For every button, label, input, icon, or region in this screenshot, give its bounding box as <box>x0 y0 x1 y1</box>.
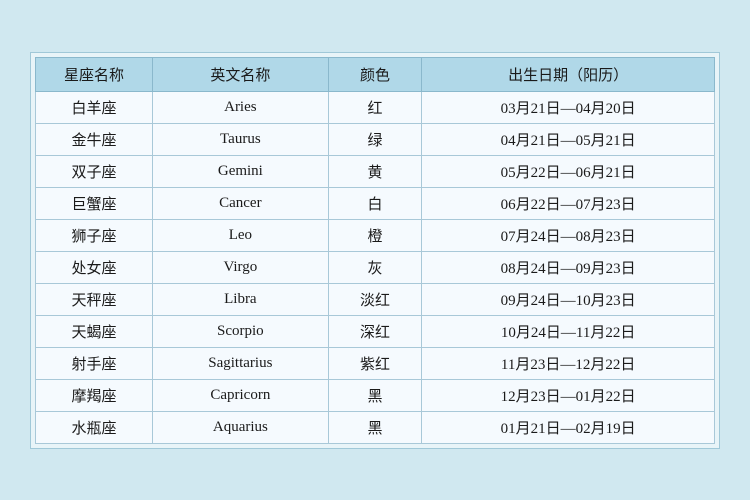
cell-en-name: Libra <box>153 283 329 315</box>
table-row: 天蝎座Scorpio深红10月24日—11月22日 <box>36 315 715 347</box>
cell-zh-name: 天蝎座 <box>36 315 153 347</box>
table-row: 金牛座Taurus绿04月21日—05月21日 <box>36 123 715 155</box>
cell-date: 03月21日—04月20日 <box>422 91 715 123</box>
cell-color: 黄 <box>328 155 422 187</box>
cell-date: 06月22日—07月23日 <box>422 187 715 219</box>
cell-date: 11月23日—12月22日 <box>422 347 715 379</box>
cell-en-name: Cancer <box>153 187 329 219</box>
cell-zh-name: 双子座 <box>36 155 153 187</box>
cell-zh-name: 射手座 <box>36 347 153 379</box>
zodiac-table: 星座名称 英文名称 颜色 出生日期（阳历） 白羊座Aries红03月21日—04… <box>35 57 715 444</box>
cell-en-name: Gemini <box>153 155 329 187</box>
header-en-name: 英文名称 <box>153 57 329 91</box>
cell-zh-name: 金牛座 <box>36 123 153 155</box>
cell-en-name: Virgo <box>153 251 329 283</box>
table-row: 摩羯座Capricorn黑12月23日—01月22日 <box>36 379 715 411</box>
cell-zh-name: 摩羯座 <box>36 379 153 411</box>
table-row: 狮子座Leo橙07月24日—08月23日 <box>36 219 715 251</box>
header-zh-name: 星座名称 <box>36 57 153 91</box>
cell-zh-name: 狮子座 <box>36 219 153 251</box>
cell-color: 绿 <box>328 123 422 155</box>
cell-date: 07月24日—08月23日 <box>422 219 715 251</box>
table-row: 白羊座Aries红03月21日—04月20日 <box>36 91 715 123</box>
cell-color: 紫红 <box>328 347 422 379</box>
table-row: 射手座Sagittarius紫红11月23日—12月22日 <box>36 347 715 379</box>
cell-zh-name: 白羊座 <box>36 91 153 123</box>
cell-color: 灰 <box>328 251 422 283</box>
cell-date: 12月23日—01月22日 <box>422 379 715 411</box>
table-row: 天秤座Libra淡红09月24日—10月23日 <box>36 283 715 315</box>
cell-color: 橙 <box>328 219 422 251</box>
table-row: 双子座Gemini黄05月22日—06月21日 <box>36 155 715 187</box>
cell-date: 08月24日—09月23日 <box>422 251 715 283</box>
table-row: 处女座Virgo灰08月24日—09月23日 <box>36 251 715 283</box>
cell-en-name: Leo <box>153 219 329 251</box>
zodiac-table-container: 星座名称 英文名称 颜色 出生日期（阳历） 白羊座Aries红03月21日—04… <box>30 52 720 449</box>
cell-zh-name: 天秤座 <box>36 283 153 315</box>
cell-zh-name: 处女座 <box>36 251 153 283</box>
cell-zh-name: 水瓶座 <box>36 411 153 443</box>
cell-en-name: Aquarius <box>153 411 329 443</box>
cell-en-name: Taurus <box>153 123 329 155</box>
cell-color: 红 <box>328 91 422 123</box>
table-row: 巨蟹座Cancer白06月22日—07月23日 <box>36 187 715 219</box>
cell-en-name: Capricorn <box>153 379 329 411</box>
cell-date: 10月24日—11月22日 <box>422 315 715 347</box>
cell-date: 04月21日—05月21日 <box>422 123 715 155</box>
header-date: 出生日期（阳历） <box>422 57 715 91</box>
cell-color: 黑 <box>328 379 422 411</box>
table-row: 水瓶座Aquarius黑01月21日—02月19日 <box>36 411 715 443</box>
cell-date: 05月22日—06月21日 <box>422 155 715 187</box>
cell-color: 黑 <box>328 411 422 443</box>
cell-color: 深红 <box>328 315 422 347</box>
cell-color: 淡红 <box>328 283 422 315</box>
header-color: 颜色 <box>328 57 422 91</box>
cell-date: 09月24日—10月23日 <box>422 283 715 315</box>
cell-en-name: Scorpio <box>153 315 329 347</box>
cell-zh-name: 巨蟹座 <box>36 187 153 219</box>
cell-en-name: Aries <box>153 91 329 123</box>
cell-color: 白 <box>328 187 422 219</box>
cell-en-name: Sagittarius <box>153 347 329 379</box>
cell-date: 01月21日—02月19日 <box>422 411 715 443</box>
table-header-row: 星座名称 英文名称 颜色 出生日期（阳历） <box>36 57 715 91</box>
